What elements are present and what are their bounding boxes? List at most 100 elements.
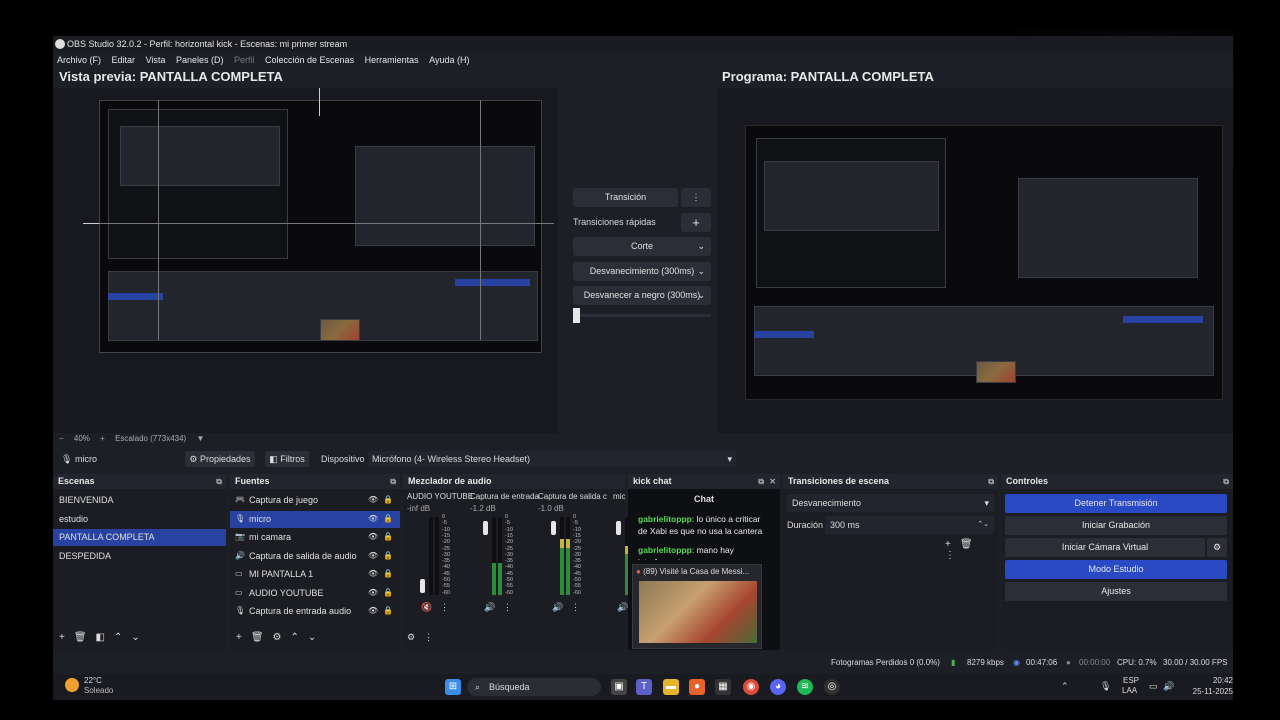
close-icon[interactable]: ✕ <box>769 474 776 489</box>
tbar-slider[interactable] <box>573 308 711 323</box>
quick-transition-fade-black[interactable]: Desvanecer a negro (300ms) ⌄ <box>573 286 711 305</box>
duration-input[interactable]: 300 ms ⌃⌄ <box>825 516 994 534</box>
preview-area[interactable] <box>53 88 558 433</box>
firefox-icon[interactable]: ● <box>689 679 705 695</box>
menu-paneles[interactable]: Paneles (D) <box>176 55 224 65</box>
mixer-settings-icon[interactable]: ⚙ <box>407 632 415 642</box>
start-recording-button[interactable]: Iniciar Grabación <box>1005 516 1227 535</box>
weather-text[interactable]: Soleado <box>84 686 113 695</box>
muted-speaker-icon[interactable]: 🔇 <box>421 602 432 613</box>
lock-icon: 🔒 <box>383 551 393 560</box>
device-label: Dispositivo <box>321 454 365 464</box>
add-icon[interactable]: + <box>945 539 951 550</box>
source-item[interactable]: ▭ MI PANTALLA 1 👁 🔒 <box>230 566 400 583</box>
move-up-icon[interactable]: ⌃ <box>291 632 299 643</box>
volume-fader[interactable] <box>420 579 425 593</box>
move-up-icon[interactable]: ⌃ <box>114 632 122 643</box>
chrome-icon[interactable]: ◉ <box>743 679 759 695</box>
tray-chevron-icon[interactable]: ⌃ <box>1061 681 1069 692</box>
source-item[interactable]: 🎮 Captura de juego 👁 🔒 <box>230 492 400 509</box>
add-icon[interactable]: + <box>236 632 242 643</box>
channel-menu-icon[interactable]: ⋮ <box>440 602 449 613</box>
teams-icon[interactable]: T <box>636 679 652 695</box>
scene-item[interactable]: BIENVENIDA <box>53 492 226 509</box>
scale-value[interactable]: Escalado (773x434) <box>115 434 186 443</box>
volume-icon[interactable]: 🔊 <box>1163 681 1174 692</box>
properties-button[interactable]: ⚙ Propiedades <box>185 451 255 467</box>
source-item[interactable]: ▭ AUDIO YOUTUBE 👁 🔒 <box>230 585 400 602</box>
menu-perfil[interactable]: Perfil <box>234 55 255 65</box>
file-explorer-icon[interactable]: ▬ <box>663 679 679 695</box>
obs-icon[interactable]: ◎ <box>824 679 840 695</box>
gear-icon[interactable]: ⚙ <box>273 632 282 643</box>
trash-icon[interactable]: 🗑 <box>960 539 973 550</box>
speaker-icon[interactable]: 🔊 <box>617 602 628 613</box>
windows-start-icon[interactable]: ⊞ <box>445 679 461 695</box>
db-scale-label: -60 <box>442 589 450 596</box>
start-virtual-camera-button[interactable]: Iniciar Cámara Virtual <box>1005 538 1205 557</box>
tbar-handle[interactable] <box>573 308 580 323</box>
menu-vista[interactable]: Vista <box>146 55 166 65</box>
menu-archivo[interactable]: Archivo (F) <box>57 55 101 65</box>
mixer-menu-icon[interactable]: ⋮ <box>424 632 433 642</box>
scale-dropdown-icon[interactable]: ▼ <box>196 434 204 443</box>
source-item-selected[interactable]: 🎙 micro 👁 🔒 <box>230 511 400 528</box>
speaker-icon[interactable]: 🔊 <box>552 602 563 613</box>
source-item[interactable]: 📷 mi camara 👁 🔒 <box>230 529 400 546</box>
device-select[interactable]: Micrófono (4- Wireless Stereo Headset) ▾ <box>368 451 736 467</box>
trash-icon[interactable]: 🗑 <box>251 632 264 643</box>
quick-transition-cut[interactable]: Corte ⌄ <box>573 237 711 256</box>
spotify-icon[interactable]: ≋ <box>797 679 813 695</box>
level-meter <box>566 517 570 595</box>
filter-icon[interactable]: ◧ <box>96 632 105 643</box>
clock-time[interactable]: 20:42 <box>1203 676 1233 685</box>
stop-stream-button[interactable]: Detener Transmisión <box>1005 494 1227 513</box>
move-down-icon[interactable]: ⌄ <box>131 632 139 643</box>
trash-icon[interactable]: 🗑 <box>74 632 87 643</box>
app-icon[interactable]: ▦ <box>715 679 731 695</box>
search-box[interactable]: ⌕ Búsqueda <box>467 678 601 696</box>
record-icon: ● <box>1066 658 1071 667</box>
transition-menu-icon[interactable]: ⋮ <box>681 188 711 207</box>
clock-date[interactable]: 25-11-2025 <box>1185 687 1233 696</box>
language-layout[interactable]: LAA <box>1122 686 1137 695</box>
zoom-value[interactable]: 40% <box>74 434 90 443</box>
language-code[interactable]: ESP <box>1123 676 1139 685</box>
channel-menu-icon[interactable]: ⋮ <box>503 602 512 613</box>
move-down-icon[interactable]: ⌄ <box>308 632 316 643</box>
speaker-icon[interactable]: 🔊 <box>484 602 495 613</box>
transition-type-select[interactable]: Desvanecimiento ▾ <box>787 494 994 512</box>
channel-menu-icon[interactable]: ⋮ <box>571 602 580 613</box>
volume-fader[interactable] <box>483 521 488 535</box>
transition-button[interactable]: Transición <box>573 188 678 207</box>
menu-icon[interactable]: ⋮ <box>945 550 955 561</box>
filters-button[interactable]: ◧ Filtros <box>265 451 309 467</box>
preview-screen <box>99 100 542 353</box>
temperature[interactable]: 22°C <box>84 676 102 685</box>
menu-ayuda[interactable]: Ayuda (H) <box>429 55 469 65</box>
studio-mode-button[interactable]: Modo Estudio <box>1005 560 1227 579</box>
scene-item[interactable]: DESPEDIDA <box>53 548 226 565</box>
source-item[interactable]: 🔊 Captura de salida de audio 👁 🔒 <box>230 548 400 565</box>
microphone-tray-icon[interactable]: 🎙 <box>1100 681 1111 692</box>
scene-item-selected[interactable]: PANTALLA COMPLETA <box>53 529 226 546</box>
video-popup[interactable]: ● (89) Visité la Casa de Messi... <box>632 564 762 649</box>
db-scale-label: -50 <box>442 577 450 583</box>
gear-icon[interactable]: ⚙ <box>1207 538 1227 557</box>
network-icon[interactable]: ▭ <box>1149 681 1158 692</box>
discord-icon[interactable]: ◕ <box>770 679 786 695</box>
menu-coleccion[interactable]: Colección de Escenas <box>265 55 354 65</box>
scene-item[interactable]: estudio <box>53 511 226 528</box>
settings-button[interactable]: Ajustes <box>1005 582 1227 601</box>
add-quick-transition-icon[interactable]: + <box>681 213 711 232</box>
scene-transitions-title: Transiciones de escena ⧉ <box>783 474 998 489</box>
menu-editar[interactable]: Editar <box>112 55 136 65</box>
menu-herramientas[interactable]: Herramientas <box>365 55 419 65</box>
add-icon[interactable]: + <box>59 632 65 643</box>
source-item[interactable]: 🎙 Captura de entrada audio 👁 🔒 <box>230 603 400 620</box>
microphone-icon: 🎙 <box>235 514 246 523</box>
volume-fader[interactable] <box>616 521 621 535</box>
volume-fader[interactable] <box>551 521 556 535</box>
quick-transition-fade[interactable]: Desvanecimiento (300ms) ⌄ <box>573 262 711 281</box>
task-view-icon[interactable]: ▣ <box>611 679 627 695</box>
